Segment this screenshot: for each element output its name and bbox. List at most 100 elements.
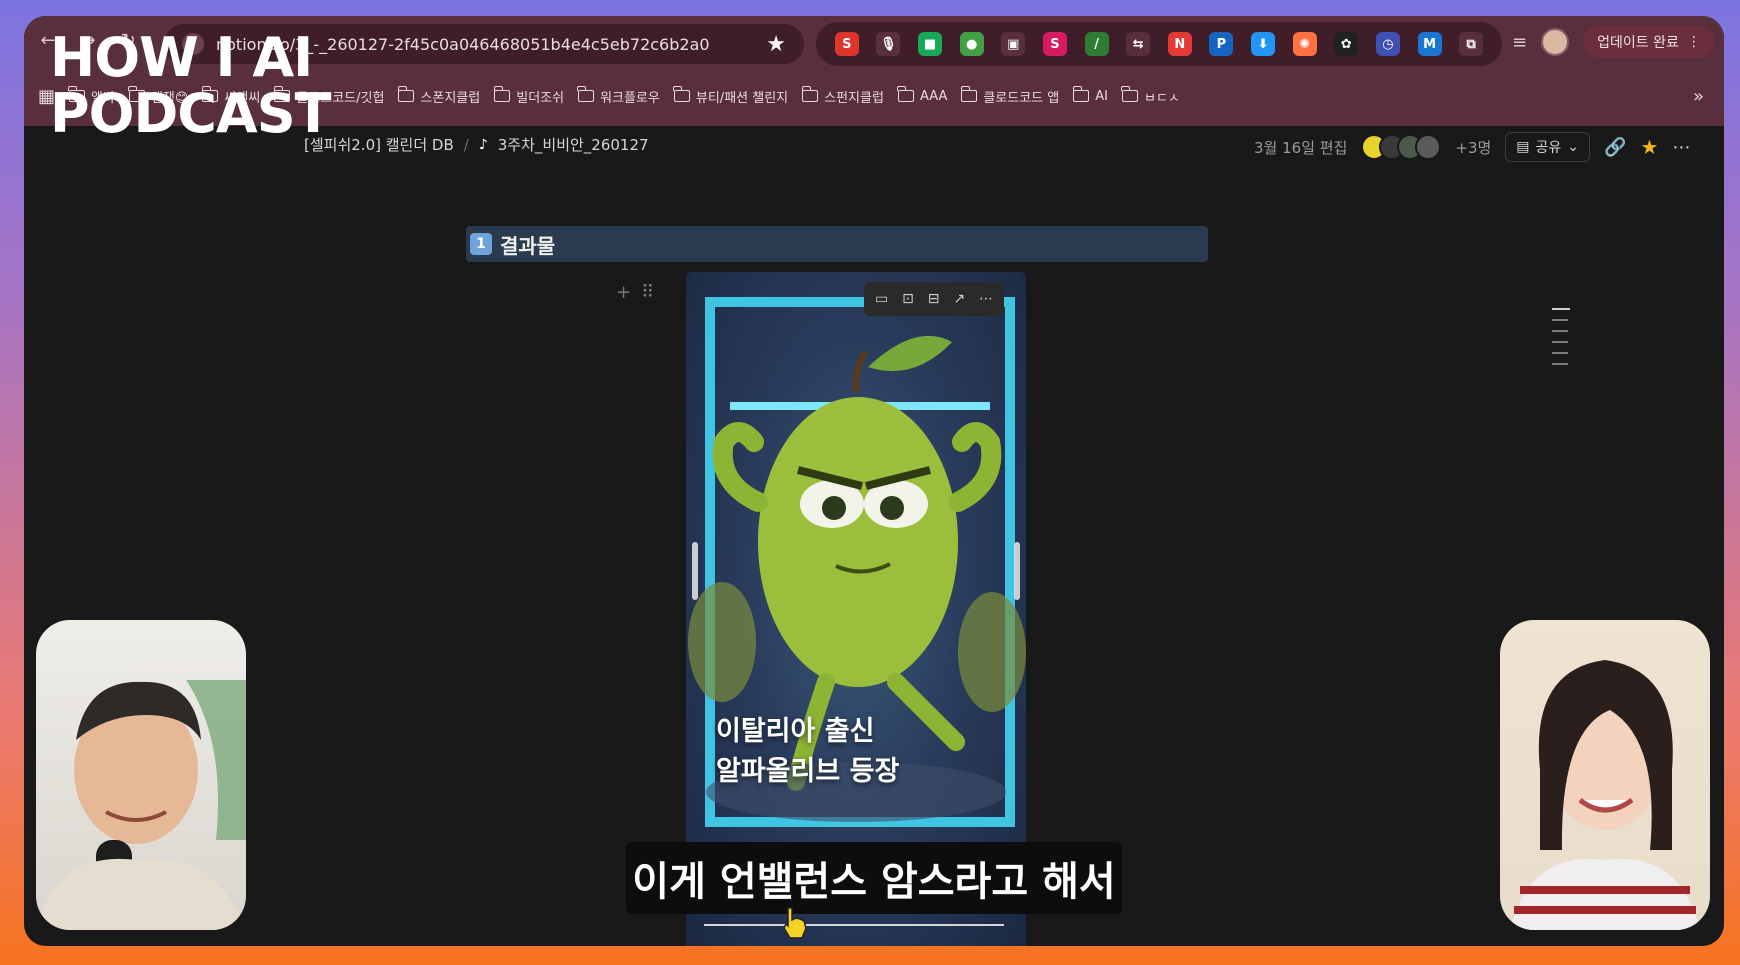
bookmark-label: 워크플로우 xyxy=(600,90,660,106)
bookmark-star-icon[interactable]: ★ xyxy=(766,32,786,57)
share-button[interactable]: ▤ 공유 ⌄ xyxy=(1505,132,1591,162)
outline-item[interactable] xyxy=(1552,308,1570,310)
ext-red-s-icon[interactable]: S xyxy=(834,32,859,56)
ext-green-circle-icon[interactable]: ● xyxy=(959,32,984,56)
hand-cursor-icon xyxy=(783,907,807,939)
bookmark-folder[interactable]: 스펀지클럽 xyxy=(801,86,884,106)
ext-pen-icon[interactable]: / xyxy=(1084,32,1109,56)
folder-icon xyxy=(897,86,914,102)
tiktok-icon: ♪ xyxy=(478,136,488,153)
breadcrumb-item-page[interactable]: 3주차_비비안_260127 xyxy=(498,134,649,155)
kebab-menu-icon: ⋮ xyxy=(1686,34,1701,50)
extensions-bar: S 🎙 ■ ● ▣ S / ⇆ N P ⬇ ✺ ✿ ◷ M ⧉ xyxy=(816,22,1502,66)
webcam-guest xyxy=(1500,620,1710,930)
favorite-star-icon[interactable]: ★ xyxy=(1640,135,1658,159)
resize-handle-right[interactable] xyxy=(1014,542,1020,600)
ext-green-chat-icon[interactable]: ■ xyxy=(918,32,943,56)
bookmark-label: 스펀지클럽 xyxy=(824,90,884,106)
podcast-logo: HOW I AI PODCAST xyxy=(50,26,331,145)
outline-item[interactable] xyxy=(1552,319,1568,321)
bookmark-folder[interactable]: AI xyxy=(1072,86,1108,104)
browser-right-tools: ≡ 업데이트 완료 ⋮ xyxy=(1512,26,1715,58)
ext-s-icon[interactable]: S xyxy=(1042,32,1067,56)
bookmark-folder[interactable]: 빌더조쉬 xyxy=(493,86,565,106)
ext-m-icon[interactable]: M xyxy=(1417,32,1442,56)
bookmark-label: AAA xyxy=(919,88,948,104)
podcast-logo-line2: PODCAST xyxy=(50,82,331,145)
resize-handle-left[interactable] xyxy=(692,542,698,600)
browser-window: ← → ↻ notion.so/3_-_260127-2f45c0a046468… xyxy=(24,16,1724,946)
ext-new-icon[interactable]: N xyxy=(1167,32,1192,56)
open-external-icon[interactable]: ↗ xyxy=(953,291,965,307)
media-toolbar: ▭ ⊡ ⊟ ↗ ⋯ xyxy=(864,282,1004,316)
bookmark-label: 뷰티/패션 챌린지 xyxy=(695,90,789,106)
avatar xyxy=(1415,134,1442,160)
folder-icon xyxy=(1121,86,1138,102)
folder-icon xyxy=(801,86,819,102)
mic-icon[interactable]: 🎙 xyxy=(876,32,901,56)
camera-icon[interactable]: ▣ xyxy=(1001,32,1026,56)
header-actions: 3월 16일 편집 +3명 ▤ 공유 ⌄ 🔗 ★ ⋯ xyxy=(1254,132,1690,162)
bookmark-folder[interactable]: 워크플로우 xyxy=(577,86,660,106)
bookmark-label: 클로드코드 앱 xyxy=(983,90,1060,106)
folder-icon xyxy=(493,86,511,102)
ext-openai-icon[interactable]: ✿ xyxy=(1334,32,1359,56)
caption-icon[interactable]: ⊟ xyxy=(928,291,940,307)
edited-timestamp: 3월 16일 편집 xyxy=(1254,138,1348,157)
toggle-heading-results[interactable]: 1 결과물 xyxy=(466,226,1208,262)
chevron-down-icon: ⌄ xyxy=(1567,139,1580,155)
heading-title: 결과물 xyxy=(500,233,556,258)
puzzle-icon[interactable]: ⧉ xyxy=(1459,32,1484,56)
subtitle-caption: 이게 언밸런스 암스라고 해서 xyxy=(626,842,1122,914)
reading-list-icon[interactable]: ≡ xyxy=(1512,32,1527,53)
add-block-icon[interactable]: + xyxy=(616,282,631,303)
breadcrumb-separator: / xyxy=(463,135,469,154)
link-icon[interactable]: 🔗 xyxy=(1604,137,1626,158)
bookmark-folder[interactable]: 뷰티/패션 챌린지 xyxy=(673,86,789,106)
comment-icon[interactable]: ▭ xyxy=(875,291,888,307)
bookmark-label: 빌더조쉬 xyxy=(516,90,565,106)
video-caption-line2: 알파올리브 등장 xyxy=(716,756,900,787)
more-bookmarks-icon[interactable]: » xyxy=(1693,86,1704,107)
share-label: 공유 xyxy=(1535,140,1562,156)
podcast-logo-line1: HOW I AI xyxy=(50,26,313,89)
folder-icon xyxy=(1072,86,1090,102)
update-label: 업데이트 완료 xyxy=(1597,35,1679,51)
ext-blue-down-icon[interactable]: ⬇ xyxy=(1251,32,1276,56)
share-lock-icon: ▤ xyxy=(1516,139,1530,155)
bookmark-folder[interactable]: AAA xyxy=(897,86,948,104)
bookmark-folder[interactable]: ㅂㄷㅅ xyxy=(1121,86,1180,106)
bookmark-label: ㅂㄷㅅ xyxy=(1143,90,1180,106)
block-controls: + ⠿ xyxy=(616,282,654,303)
outline-item[interactable] xyxy=(1552,330,1568,332)
collaborator-avatars[interactable] xyxy=(1361,134,1442,160)
folder-icon xyxy=(960,86,978,102)
bookmark-folder[interactable]: 클로드코드 앱 xyxy=(960,86,1060,106)
align-icon[interactable]: ⊡ xyxy=(902,291,914,307)
profile-avatar[interactable] xyxy=(1541,28,1570,56)
ext-spark-icon[interactable]: ✺ xyxy=(1292,32,1317,56)
extra-members-count[interactable]: +3명 xyxy=(1455,137,1491,158)
outline-item[interactable] xyxy=(1552,352,1568,354)
number-one-icon: 1 xyxy=(470,233,492,255)
more-icon[interactable]: ⋯ xyxy=(979,291,993,307)
ext-ps-icon[interactable]: P xyxy=(1209,32,1234,56)
more-options-icon[interactable]: ⋯ xyxy=(1672,137,1690,158)
outline-item[interactable] xyxy=(1552,341,1568,343)
bookmark-folder[interactable]: 스폰지클럽 xyxy=(397,86,481,106)
ext-tabs-icon[interactable]: ⇆ xyxy=(1126,32,1151,56)
ext-clock-icon[interactable]: ◷ xyxy=(1375,32,1400,56)
update-button[interactable]: 업데이트 완료 ⋮ xyxy=(1583,26,1715,58)
video-caption-line1: 이탈리아 출신 xyxy=(716,716,875,747)
guest-portrait xyxy=(1510,660,1700,930)
breadcrumb: [셀피쉬2.0] 캘린더 DB / ♪ 3주차_비비안_260127 xyxy=(304,134,649,155)
folder-icon xyxy=(577,86,595,102)
folder-icon xyxy=(673,86,690,102)
host-portrait xyxy=(36,680,246,930)
bookmark-label: 스폰지클럽 xyxy=(420,90,481,106)
drag-handle-icon[interactable]: ⠿ xyxy=(641,282,654,303)
page-outline[interactable] xyxy=(1552,308,1570,365)
outline-item[interactable] xyxy=(1552,363,1568,365)
webcam-host xyxy=(36,620,246,930)
video-caption: 이탈리아 출신 알파올리브 등장 xyxy=(716,712,899,792)
